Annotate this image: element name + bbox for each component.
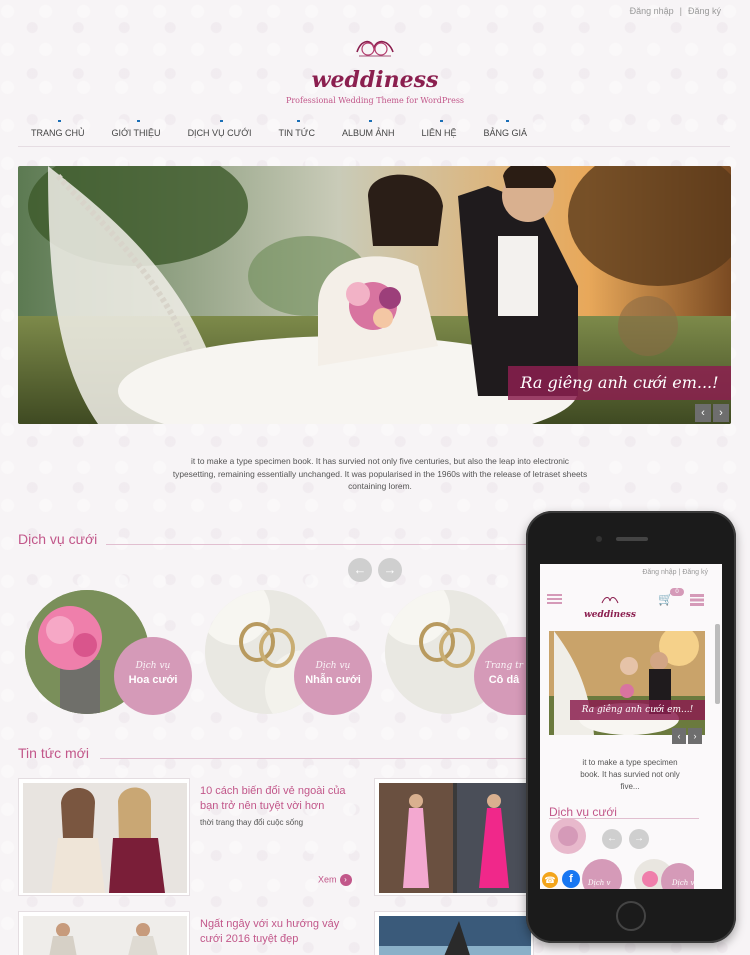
top-account-links: Đăng nhập | Đăng ký <box>627 6 724 16</box>
service-badge-label: Nhẫn cưới <box>305 674 361 686</box>
grid-view-icon[interactable] <box>690 594 704 606</box>
doves-logo-icon <box>356 40 394 57</box>
mobile-login-link[interactable]: Đăng nhập <box>642 569 676 576</box>
services-prev-button[interactable]: ← <box>348 558 372 582</box>
read-more-label: Xem <box>318 874 337 885</box>
mobile-register-link[interactable]: Đăng ký <box>682 569 708 576</box>
service-badge-label: Cô dâ <box>488 674 520 686</box>
intro-text: it to make a type specimen book. It has … <box>172 456 588 491</box>
mobile-preview-phone: Đăng nhập | Đăng ký weddiness 🛒 0 Ra giê… <box>526 511 736 943</box>
bridal-gowns-image <box>23 916 187 955</box>
mobile-intro-text: it to make a type specimen book. It has … <box>580 758 680 791</box>
mobile-logo-text: weddiness <box>584 610 636 620</box>
mobile-service-label-1: Dịch v <box>588 879 611 887</box>
ao-dai-models-image <box>379 783 531 893</box>
nav-news[interactable]: TIN TỨC <box>265 117 329 146</box>
news-image-3[interactable] <box>18 911 190 955</box>
logo-text: weddiness <box>311 67 439 93</box>
phone-home-button <box>616 901 646 931</box>
service-badge-small: Dịch vụ <box>135 661 171 671</box>
slide-caption: Ra giêng anh cưới em...! <box>508 366 731 400</box>
service-badge-small: Trang tr <box>484 661 523 671</box>
nav-services[interactable]: DỊCH VỤ CƯỚI <box>175 117 266 146</box>
mobile-services-prev-button[interactable]: ← <box>602 829 622 849</box>
facebook-icon[interactable]: f <box>562 870 580 888</box>
mobile-service-label-2: Dịch v <box>672 879 695 887</box>
services-divider <box>106 544 526 545</box>
service-badge-rings: Dịch vụ Nhẫn cưới <box>294 637 372 715</box>
mobile-slider-arrows: ‹ › <box>672 728 702 744</box>
site-logo[interactable]: weddiness Professional Wedding Theme for… <box>0 34 750 105</box>
fashion-models-image <box>23 783 187 893</box>
arrow-right-icon: › <box>339 874 352 886</box>
mobile-screen: Đăng nhập | Đăng ký weddiness 🛒 0 Ra giê… <box>540 564 722 889</box>
service-badge-small: Dịch vụ <box>315 661 351 671</box>
news-item-title[interactable]: 10 cách biến đổi vẻ ngoài của bạn trở nê… <box>200 784 350 814</box>
nav-home[interactable]: TRANG CHỦ <box>18 117 99 146</box>
read-more-link[interactable]: Xem › <box>318 874 352 886</box>
phone-call-icon[interactable]: ☎ <box>542 872 558 888</box>
mobile-scrollbar[interactable] <box>715 624 720 704</box>
hamburger-menu-icon[interactable] <box>547 594 562 604</box>
nav-album[interactable]: ALBUM ẢNH <box>329 117 409 146</box>
separator: | <box>679 6 682 16</box>
phone-speaker <box>616 537 648 541</box>
mobile-account-links: Đăng nhập | Đăng ký <box>642 569 708 576</box>
mobile-logo[interactable]: weddiness <box>580 592 640 620</box>
login-link[interactable]: Đăng nhập <box>627 6 677 16</box>
main-nav: TRANG CHỦ GIỚI THIỆU DỊCH VỤ CƯỚI TIN TỨ… <box>18 117 730 147</box>
register-link[interactable]: Đăng ký <box>685 6 724 16</box>
phone-camera <box>596 536 602 542</box>
services-next-button[interactable]: → <box>378 558 402 582</box>
nav-pricing[interactable]: BẢNG GIÁ <box>471 117 542 146</box>
doves-logo-icon-small <box>601 597 619 604</box>
service-badge-flowers: Dịch vụ Hoa cưới <box>114 637 192 715</box>
news-image-2[interactable] <box>374 778 534 896</box>
mobile-slider-next-button[interactable]: › <box>688 728 702 744</box>
landscape-image <box>379 916 531 955</box>
service-badge-label: Hoa cưới <box>128 674 178 686</box>
mobile-services-title: Dịch vụ cưới <box>549 805 617 819</box>
slider-prev-button[interactable]: ‹ <box>695 404 711 422</box>
call-button-icon[interactable] <box>550 818 586 854</box>
logo-tagline: Professional Wedding Theme for WordPress <box>285 96 465 105</box>
mobile-slider-prev-button[interactable]: ‹ <box>672 728 686 744</box>
services-title: Dịch vụ cưới <box>18 531 98 547</box>
slider-next-button[interactable]: › <box>713 404 729 422</box>
news-image-1[interactable] <box>18 778 190 896</box>
news-item-desc: thời trang thay đổi cuộc sống <box>200 818 304 827</box>
cart-count-badge: 0 <box>670 588 684 596</box>
news-divider <box>100 758 526 759</box>
news-title: Tin tức mới <box>18 745 89 761</box>
news-item-title-2[interactable]: Ngất ngây với xu hướng váy cưới 2016 tuy… <box>200 917 350 947</box>
mobile-slide-caption: Ra giêng anh cưới em...! <box>570 700 705 720</box>
nav-contact[interactable]: LIÊN HỆ <box>409 117 471 146</box>
nav-about[interactable]: GIỚI THIỆU <box>99 117 175 146</box>
slider-arrows: ‹ › <box>695 404 729 422</box>
mobile-services-next-button[interactable]: → <box>629 829 649 849</box>
news-image-4[interactable] <box>374 911 534 955</box>
hero-slider[interactable]: Ra giêng anh cưới em...! ‹ › <box>18 166 731 424</box>
